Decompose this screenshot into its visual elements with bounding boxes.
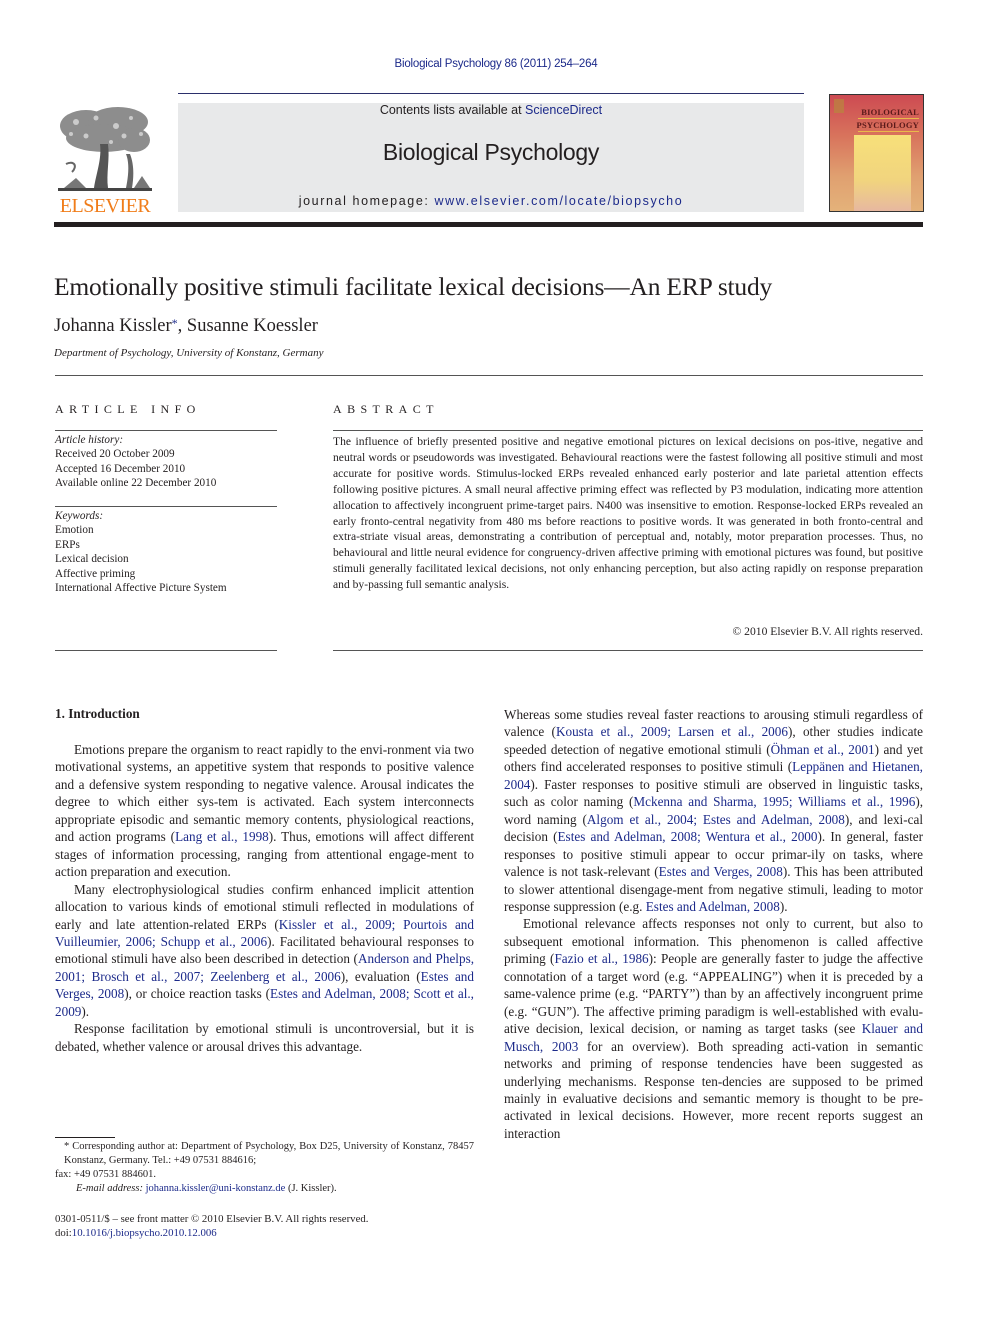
contents-prefix: Contents lists available at	[379, 103, 526, 117]
fax-number: fax: +49 07531 884601.	[55, 1169, 156, 1180]
keyword: ERPs	[55, 538, 80, 551]
author-list: Johanna Kissler*, Susanne Koessler	[54, 316, 318, 337]
history-accepted: Accepted 16 December 2010	[55, 462, 186, 475]
history-label: Article history:	[55, 434, 124, 446]
journal-cover-thumbnail[interactable]: BIOLOGICAL PSYCHOLOGY	[829, 94, 924, 212]
abstract-text: The influence of briefly presented posit…	[333, 435, 923, 592]
header-thick-rule	[54, 222, 923, 227]
citation-link[interactable]: Kissler et al., 2009; Pourtois and Vuill…	[55, 917, 474, 949]
doi-prefix: doi:	[55, 1227, 72, 1240]
citation-link[interactable]: Lang et al., 1998	[175, 829, 269, 844]
doi-link[interactable]: 10.1016/j.biopsycho.2010.12.006	[72, 1227, 217, 1239]
homepage-prefix: journal homepage:	[298, 194, 435, 208]
abstract-bottom-rule	[333, 650, 923, 651]
keyword: Affective priming	[55, 567, 136, 580]
citation-link[interactable]: Fazio et al., 1986	[554, 951, 648, 966]
citation-link[interactable]: Estes and Adelman, 2008; Wentura et al.,…	[558, 829, 818, 844]
article-title: Emotionally positive stimuli facilitate …	[54, 272, 773, 301]
body-column-right: Whereas some studies reveal faster react…	[504, 706, 923, 1142]
homepage-line: journal homepage: www.elsevier.com/locat…	[178, 194, 804, 208]
citation-link[interactable]: Algom et al., 2004; Estes and Adelman, 2…	[587, 812, 845, 827]
keywords: Keywords: Emotion ERPs Lexical decision …	[55, 509, 277, 595]
journal-name: Biological Psychology	[382, 139, 600, 165]
body-paragraph: Emotional relevance affects responses no…	[504, 916, 924, 1141]
cover-rule	[858, 118, 919, 119]
front-matter: 0301-0511/$ – see front matter © 2010 El…	[55, 1212, 368, 1241]
body-paragraph: Whereas some studies reveal faster react…	[504, 707, 924, 914]
citation-link[interactable]: Anderson and Phelps, 2001; Brosch et al.…	[55, 951, 474, 983]
homepage-link[interactable]: www.elsevier.com/locate/biopsycho	[435, 194, 684, 208]
section-heading-introduction: 1. Introduction	[55, 706, 140, 721]
abstract-copyright: © 2010 Elsevier B.V. All rights reserved…	[732, 625, 923, 638]
citation-link[interactable]: Klauer and Musch, 2003	[504, 1021, 923, 1053]
author-separator: ,	[177, 316, 187, 336]
abstract-rule	[333, 430, 923, 431]
email-label: E-mail address:	[76, 1183, 146, 1194]
email-link[interactable]: johanna.kissler@uni-konstanz.de	[146, 1183, 286, 1194]
body-paragraph: Emotions prepare the organism to react r…	[55, 742, 474, 880]
corresponding-address: Corresponding author at: Department of P…	[64, 1141, 474, 1166]
cover-title-line2: PSYCHOLOGY	[856, 120, 919, 130]
elsevier-logo[interactable]: ELSEVIER	[54, 104, 156, 216]
article-info-rule	[55, 430, 277, 431]
body-column-left: Emotions prepare the organism to react r…	[55, 741, 474, 1055]
body-paragraph: Response facilitation by emotional stimu…	[55, 1021, 474, 1054]
citation-link[interactable]: Estes and Verges, 2008	[659, 864, 783, 879]
history-received: Received 20 October 2009	[55, 448, 175, 461]
keyword: International Affective Picture System	[55, 582, 227, 595]
citation-link[interactable]: Kousta et al., 2009; Larsen et al., 2006	[556, 724, 788, 739]
corresponding-author-footnote: * Corresponding author at: Department of…	[55, 1140, 474, 1196]
email-suffix: (J. Kissler).	[285, 1183, 337, 1194]
cover-rule	[858, 131, 919, 132]
elsevier-wordmark: ELSEVIER	[59, 195, 151, 217]
article-info-rule	[55, 506, 277, 507]
keyword: Lexical decision	[55, 553, 129, 566]
keywords-label: Keywords:	[55, 510, 104, 522]
cover-title-line1: BIOLOGICAL	[861, 107, 919, 117]
citation-link[interactable]: Estes and Adelman, 2008	[646, 899, 780, 914]
article-history: Article history: Received 20 October 200…	[55, 433, 277, 491]
sciencedirect-link[interactable]: ScienceDirect	[525, 103, 602, 117]
article-info-heading: ARTICLE INFO	[55, 402, 201, 416]
citation-link[interactable]: Mckenna and Sharma, 1995; Williams et al…	[633, 794, 915, 809]
cover-image-panel	[854, 135, 911, 211]
contents-line: Contents lists available at ScienceDirec…	[178, 103, 804, 117]
citation-link[interactable]: Leppänen and Hietanen, 2004	[504, 759, 923, 791]
author-name: Johanna Kissler	[54, 316, 172, 336]
header-top-rule	[178, 93, 804, 94]
elsevier-tree-icon	[58, 107, 152, 191]
author-name: Susanne Koessler	[186, 316, 318, 336]
footnote-rule	[55, 1137, 115, 1138]
journal-banner: Contents lists available at ScienceDirec…	[178, 103, 804, 212]
history-online: Available online 22 December 2010	[55, 477, 217, 490]
abstract-heading: ABSTRACT	[333, 402, 439, 416]
title-block-rule	[55, 375, 923, 376]
running-head[interactable]: Biological Psychology 86 (2011) 254–264	[0, 58, 992, 70]
body-paragraph: Many electrophysiological studies confir…	[55, 881, 474, 1019]
affiliation: Department of Psychology, University of …	[54, 347, 324, 359]
issn-line: 0301-0511/$ – see front matter © 2010 El…	[55, 1213, 369, 1225]
keyword: Emotion	[55, 524, 94, 537]
citation-link[interactable]: Öhman et al., 2001	[771, 742, 875, 757]
article-info-bottom-rule	[55, 650, 277, 651]
